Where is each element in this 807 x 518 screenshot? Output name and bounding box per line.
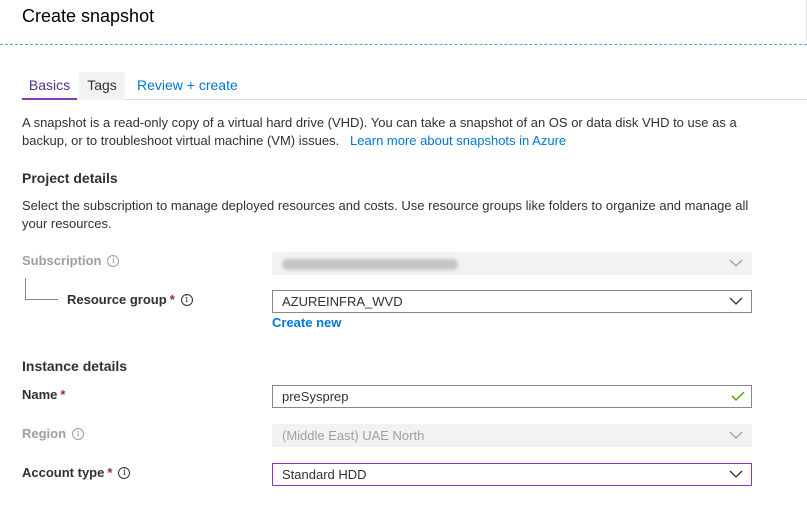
name-input[interactable]: preSysprep (272, 385, 752, 408)
region-label-text: Region (22, 426, 67, 441)
page-title: Create snapshot (22, 6, 155, 26)
project-details-heading: Project details (22, 170, 118, 186)
subscription-select (272, 252, 752, 275)
info-icon[interactable]: i (118, 466, 131, 479)
create-new-link[interactable]: Create new (272, 315, 341, 330)
learn-more-link[interactable]: Learn more about snapshots in Azure (350, 133, 566, 148)
tree-connector (25, 278, 26, 300)
redacted-subscription (282, 259, 458, 270)
account-type-value: Standard HDD (282, 467, 367, 482)
checkmark-icon (731, 391, 745, 402)
intro-description: A snapshot is a read-only copy of a virt… (22, 114, 762, 150)
resource-group-value: AZUREINFRA_WVD (282, 294, 403, 309)
tab-bar: Basics Tags Review + create (22, 72, 807, 100)
project-details-description: Select the subscription to manage deploy… (22, 198, 749, 231)
info-icon[interactable]: i (72, 427, 85, 440)
subscription-label: Subscription i (22, 253, 120, 268)
name-value: preSysprep (282, 389, 349, 404)
account-type-label-text: Account type * (22, 465, 113, 480)
instance-details-heading: Instance details (22, 358, 128, 374)
info-icon[interactable]: i (180, 293, 193, 306)
required-marker: * (107, 465, 113, 480)
resource-group-label: Resource group * i (67, 292, 193, 307)
subscription-label-text: Subscription (22, 253, 102, 268)
chevron-down-icon (729, 470, 743, 478)
account-type-label: Account type * i (22, 465, 131, 480)
account-type-select[interactable]: Standard HDD (272, 463, 752, 486)
tree-connector (25, 299, 58, 300)
required-marker: * (60, 387, 66, 402)
tab-tags[interactable]: Tags (79, 72, 125, 100)
region-value: (Middle East) UAE North (282, 428, 425, 443)
region-select: (Middle East) UAE North (272, 424, 752, 447)
info-icon[interactable]: i (107, 254, 120, 267)
chevron-down-icon (729, 297, 743, 305)
resource-group-select[interactable]: AZUREINFRA_WVD (272, 290, 752, 313)
tab-review-create[interactable]: Review + create (137, 72, 238, 100)
name-label: Name * (22, 387, 65, 402)
chevron-down-icon (729, 431, 743, 439)
name-label-text: Name * (22, 387, 66, 402)
tab-basics[interactable]: Basics (22, 72, 77, 100)
title-separator (0, 44, 807, 45)
required-marker: * (169, 292, 175, 307)
resource-group-label-text: Resource group * (67, 292, 175, 307)
chevron-down-icon (729, 259, 743, 267)
region-label: Region i (22, 426, 85, 441)
